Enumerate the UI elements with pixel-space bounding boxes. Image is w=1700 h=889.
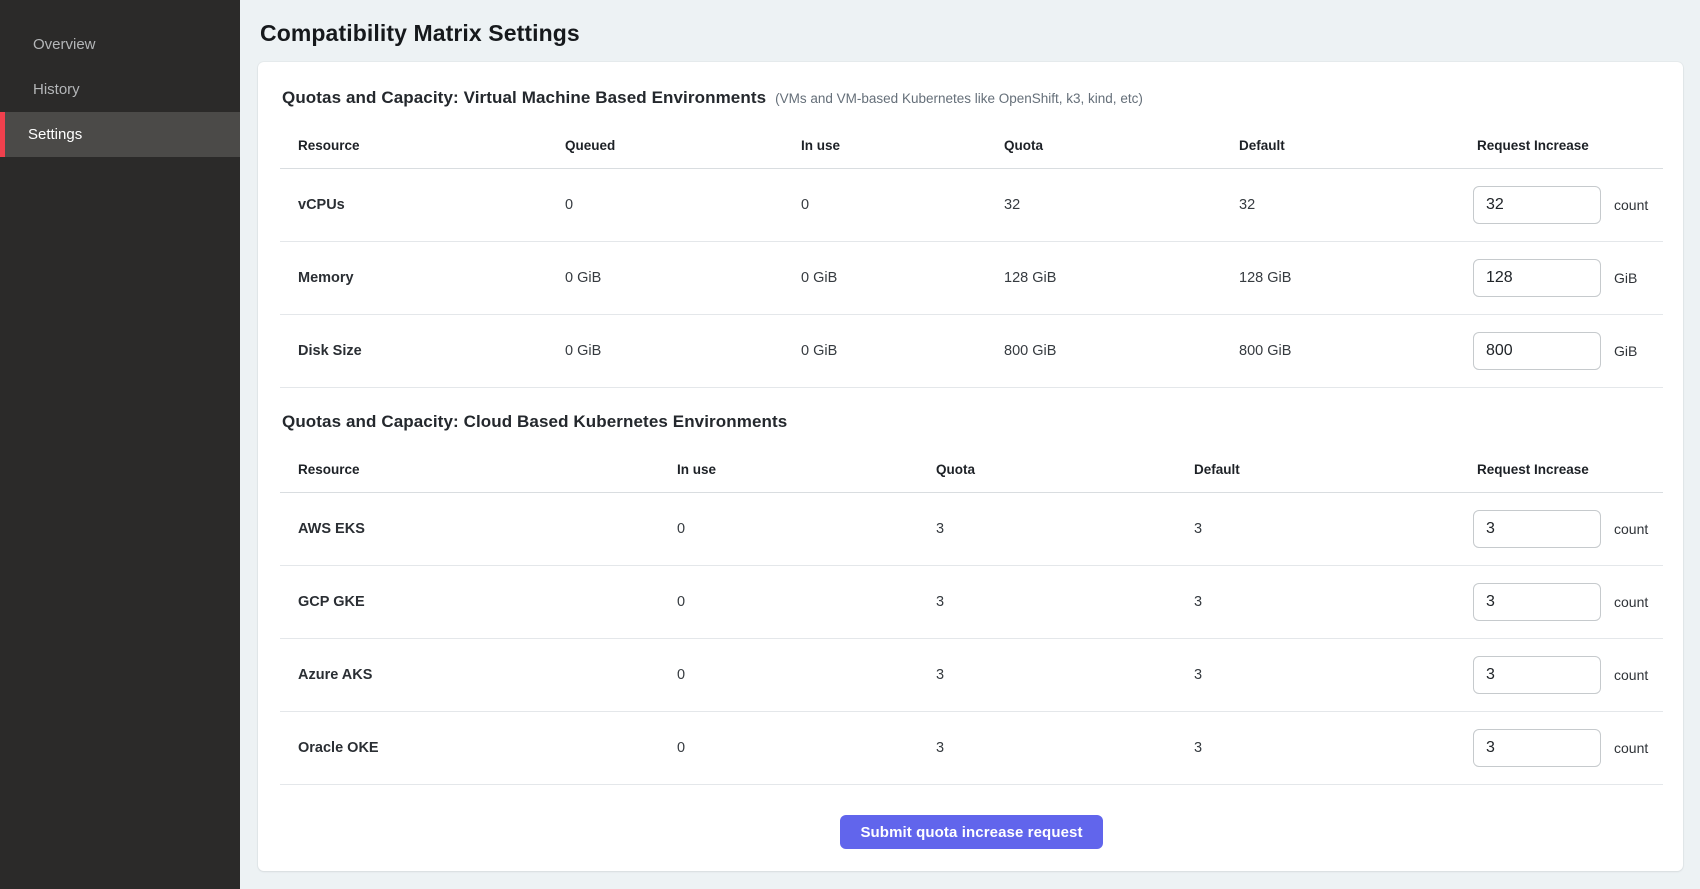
vm-row-memory-request-cell: GiB [1473, 259, 1663, 297]
sidebar-item-history-label: History [33, 81, 80, 98]
vcpus-request-input[interactable] [1473, 186, 1601, 224]
k8s-row-azure-request-cell: count [1473, 656, 1663, 694]
k8s-row-gcp-label: GCP GKE [280, 566, 677, 639]
vm-col-resource: Resource [280, 108, 565, 169]
table-row: Oracle OKE 0 3 3 count [280, 712, 1663, 785]
vm-row-disk-label: Disk Size [280, 315, 565, 388]
memory-unit-label: GiB [1614, 270, 1637, 286]
vm-row-disk-request-cell: GiB [1473, 332, 1663, 370]
k8s-row-azure-default: 3 [1194, 639, 1473, 712]
page-title: Compatibility Matrix Settings [260, 20, 1683, 47]
vm-col-request-increase: Request Increase [1473, 108, 1663, 169]
vm-row-disk-in-use: 0 GiB [801, 315, 1004, 388]
table-row: vCPUs 0 0 32 32 count [280, 169, 1663, 242]
vm-row-memory-queued: 0 GiB [565, 242, 801, 315]
k8s-row-oracle-request-cell: count [1473, 729, 1663, 767]
memory-request-input[interactable] [1473, 259, 1601, 297]
table-row: AWS EKS 0 3 3 count [280, 493, 1663, 566]
oracle-oke-unit-label: count [1614, 740, 1648, 756]
vm-col-quota: Quota [1004, 108, 1239, 169]
k8s-row-gcp-request-cell: count [1473, 583, 1663, 621]
vm-section-note: (VMs and VM-based Kubernetes like OpenSh… [775, 91, 1143, 106]
k8s-col-quota: Quota [936, 432, 1194, 493]
gcp-gke-unit-label: count [1614, 594, 1648, 610]
table-row: Memory 0 GiB 0 GiB 128 GiB 128 GiB GiB [280, 242, 1663, 315]
vm-row-vcpus-label: vCPUs [280, 169, 565, 242]
submit-quota-request-button[interactable]: Submit quota increase request [840, 815, 1102, 849]
sidebar: Overview History Settings [0, 0, 240, 889]
vm-col-in-use: In use [801, 108, 1004, 169]
k8s-row-aws-label: AWS EKS [280, 493, 677, 566]
k8s-col-default: Default [1194, 432, 1473, 493]
azure-aks-unit-label: count [1614, 667, 1648, 683]
vm-row-disk-quota: 800 GiB [1004, 315, 1239, 388]
k8s-row-oracle-default: 3 [1194, 712, 1473, 785]
k8s-row-aws-in-use: 0 [677, 493, 936, 566]
main-content: Compatibility Matrix Settings Quotas and… [240, 0, 1700, 889]
k8s-quota-table: Resource In use Quota Default Request In… [280, 432, 1663, 785]
k8s-row-oracle-quota: 3 [936, 712, 1194, 785]
k8s-col-in-use: In use [677, 432, 936, 493]
vm-row-vcpus-queued: 0 [565, 169, 801, 242]
azure-aks-request-input[interactable] [1473, 656, 1601, 694]
sidebar-item-settings[interactable]: Settings [0, 112, 240, 157]
vm-row-memory-quota: 128 GiB [1004, 242, 1239, 315]
vm-row-disk-queued: 0 GiB [565, 315, 801, 388]
oracle-oke-request-input[interactable] [1473, 729, 1601, 767]
vm-row-vcpus-quota: 32 [1004, 169, 1239, 242]
sidebar-item-history[interactable]: History [0, 67, 240, 112]
vm-row-vcpus-request-cell: count [1473, 186, 1663, 224]
vm-col-queued: Queued [565, 108, 801, 169]
vm-row-memory-default: 128 GiB [1239, 242, 1473, 315]
k8s-row-gcp-in-use: 0 [677, 566, 936, 639]
settings-card: Quotas and Capacity: Virtual Machine Bas… [258, 62, 1683, 871]
disk-size-unit-label: GiB [1614, 343, 1637, 359]
k8s-row-aws-quota: 3 [936, 493, 1194, 566]
k8s-col-request-increase: Request Increase [1473, 432, 1663, 493]
vm-row-disk-default: 800 GiB [1239, 315, 1473, 388]
k8s-table-header-row: Resource In use Quota Default Request In… [280, 432, 1663, 493]
table-row: GCP GKE 0 3 3 count [280, 566, 1663, 639]
table-row: Disk Size 0 GiB 0 GiB 800 GiB 800 GiB Gi… [280, 315, 1663, 388]
k8s-row-aws-default: 3 [1194, 493, 1473, 566]
k8s-row-oracle-in-use: 0 [677, 712, 936, 785]
k8s-row-azure-quota: 3 [936, 639, 1194, 712]
sidebar-item-overview-label: Overview [33, 36, 96, 53]
k8s-section-header: Quotas and Capacity: Cloud Based Kuberne… [280, 412, 1663, 432]
sidebar-nav: Overview History Settings [0, 22, 240, 157]
aws-eks-request-input[interactable] [1473, 510, 1601, 548]
vcpus-unit-label: count [1614, 197, 1648, 213]
k8s-section-title: Quotas and Capacity: Cloud Based Kuberne… [282, 412, 787, 432]
k8s-row-gcp-default: 3 [1194, 566, 1473, 639]
vm-row-memory-label: Memory [280, 242, 565, 315]
disk-size-request-input[interactable] [1473, 332, 1601, 370]
vm-section-header: Quotas and Capacity: Virtual Machine Bas… [280, 88, 1663, 108]
vm-row-memory-in-use: 0 GiB [801, 242, 1004, 315]
k8s-row-aws-request-cell: count [1473, 510, 1663, 548]
sidebar-item-overview[interactable]: Overview [0, 22, 240, 67]
table-row: Azure AKS 0 3 3 count [280, 639, 1663, 712]
k8s-row-azure-label: Azure AKS [280, 639, 677, 712]
vm-row-vcpus-in-use: 0 [801, 169, 1004, 242]
vm-row-vcpus-default: 32 [1239, 169, 1473, 242]
vm-quota-table: Resource Queued In use Quota Default Req… [280, 108, 1663, 388]
k8s-row-gcp-quota: 3 [936, 566, 1194, 639]
vm-section-title: Quotas and Capacity: Virtual Machine Bas… [282, 88, 766, 108]
gcp-gke-request-input[interactable] [1473, 583, 1601, 621]
sidebar-item-settings-label: Settings [28, 126, 82, 143]
k8s-col-resource: Resource [280, 432, 677, 493]
k8s-row-oracle-label: Oracle OKE [280, 712, 677, 785]
button-row: Submit quota increase request [280, 815, 1663, 849]
vm-col-default: Default [1239, 108, 1473, 169]
vm-table-header-row: Resource Queued In use Quota Default Req… [280, 108, 1663, 169]
k8s-row-azure-in-use: 0 [677, 639, 936, 712]
aws-eks-unit-label: count [1614, 521, 1648, 537]
